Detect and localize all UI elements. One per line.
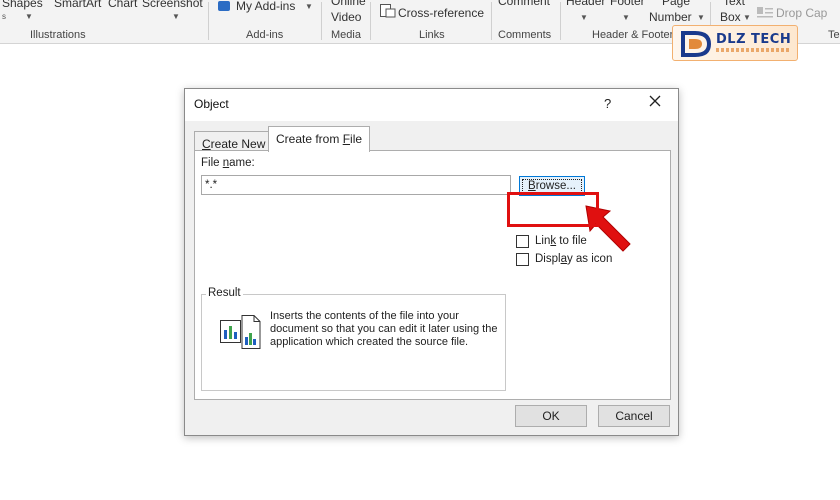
object-file-icon (220, 315, 262, 354)
ribbon-screenshot[interactable]: Screenshot (142, 0, 203, 10)
caret-down-icon[interactable]: ▼ (743, 13, 751, 22)
ribbon-separator (321, 2, 322, 40)
link-to-file-checkbox[interactable] (516, 235, 529, 248)
create-from-file-panel: File name: *.* Browse... Link to file Di… (194, 150, 671, 400)
drop-cap-icon (757, 6, 773, 24)
dialog-titlebar[interactable]: Object ? (185, 89, 678, 121)
browse-label: rowse... (535, 180, 576, 192)
display-as-icon-checkbox[interactable] (516, 253, 529, 266)
close-icon[interactable] (647, 93, 665, 113)
object-dialog: Object ? Create New Create from File Fil… (184, 88, 679, 436)
logo-text: DLZ TECH (716, 32, 792, 47)
ribbon-header[interactable]: Header (566, 0, 605, 8)
label-pre: Displ (535, 253, 561, 265)
cross-reference-icon (380, 4, 396, 23)
tab-create-from-file[interactable]: Create from File (268, 126, 371, 152)
caret-down-icon: s (2, 12, 6, 21)
ribbon-online-video[interactable]: Video (331, 10, 361, 24)
dlz-tech-logo: DLZ TECH (672, 25, 798, 61)
addins-icon (217, 0, 231, 18)
ribbon-text-box[interactable]: Box (720, 10, 741, 24)
group-media: Media (331, 29, 361, 41)
ribbon-separator (208, 2, 209, 40)
dialog-title: Object (194, 97, 229, 111)
ribbon-separator (560, 2, 561, 40)
dlz-logo-icon (681, 31, 712, 57)
result-group: Result Inserts the contents of the file … (201, 287, 506, 391)
ribbon-smartart[interactable]: SmartArt (54, 0, 101, 10)
ribbon-drop-cap[interactable]: Drop Cap (776, 6, 827, 20)
tab-label-key: C (202, 137, 211, 151)
ribbon-page-number-top[interactable]: Page (662, 0, 690, 8)
logo-tagline (716, 48, 790, 52)
caret-down-icon[interactable]: ▼ (25, 12, 33, 21)
caret-down-icon[interactable]: ▼ (172, 12, 180, 21)
ribbon-separator (491, 2, 492, 40)
label-pre: Lin (535, 235, 551, 247)
tab-label-pre: Create from (276, 132, 343, 146)
browse-key: B (528, 180, 536, 192)
ribbon-text-box-top[interactable]: Text (723, 0, 745, 8)
label-post: ame: (229, 157, 255, 169)
ribbon-footer[interactable]: Footer (610, 0, 645, 8)
group-header-footer: Header & Footer (592, 29, 674, 41)
group-text: Te (828, 29, 840, 41)
tab-label-key: F (342, 132, 351, 146)
caret-down-icon[interactable]: ▼ (305, 2, 313, 11)
browse-highlight-box (507, 192, 599, 227)
tab-label-post: reate New (210, 137, 266, 151)
label-pre: File (201, 157, 223, 169)
group-addins: Add-ins (246, 29, 284, 41)
group-illustrations: Illustrations (30, 29, 86, 41)
cancel-button[interactable]: Cancel (598, 405, 670, 427)
group-comments: Comments (498, 29, 552, 41)
ok-button[interactable]: OK (515, 405, 587, 427)
caret-down-icon[interactable]: ▼ (697, 13, 705, 22)
ribbon-page-number[interactable]: Number (649, 10, 692, 24)
ribbon-online-video-top[interactable]: Online (331, 0, 366, 8)
result-description: Inserts the contents of the file into yo… (270, 310, 498, 348)
help-button[interactable]: ? (604, 96, 611, 111)
ribbon-my-addins[interactable]: My Add-ins (236, 0, 295, 13)
group-links: Links (419, 29, 445, 41)
result-label: Result (206, 287, 243, 299)
tab-label-post: ile (350, 132, 363, 146)
ribbon-shapes[interactable]: Shapes (2, 0, 43, 10)
file-name-label: File name: (201, 157, 255, 169)
ribbon-comment[interactable]: Comment (498, 0, 550, 8)
ribbon-separator (370, 2, 371, 40)
caret-down-icon[interactable]: ▼ (580, 13, 588, 22)
caret-down-icon[interactable]: ▼ (622, 13, 630, 22)
file-name-input[interactable]: *.* (201, 175, 511, 195)
ribbon-cross-reference[interactable]: Cross-reference (398, 6, 484, 20)
ribbon-chart[interactable]: Chart (108, 0, 137, 10)
